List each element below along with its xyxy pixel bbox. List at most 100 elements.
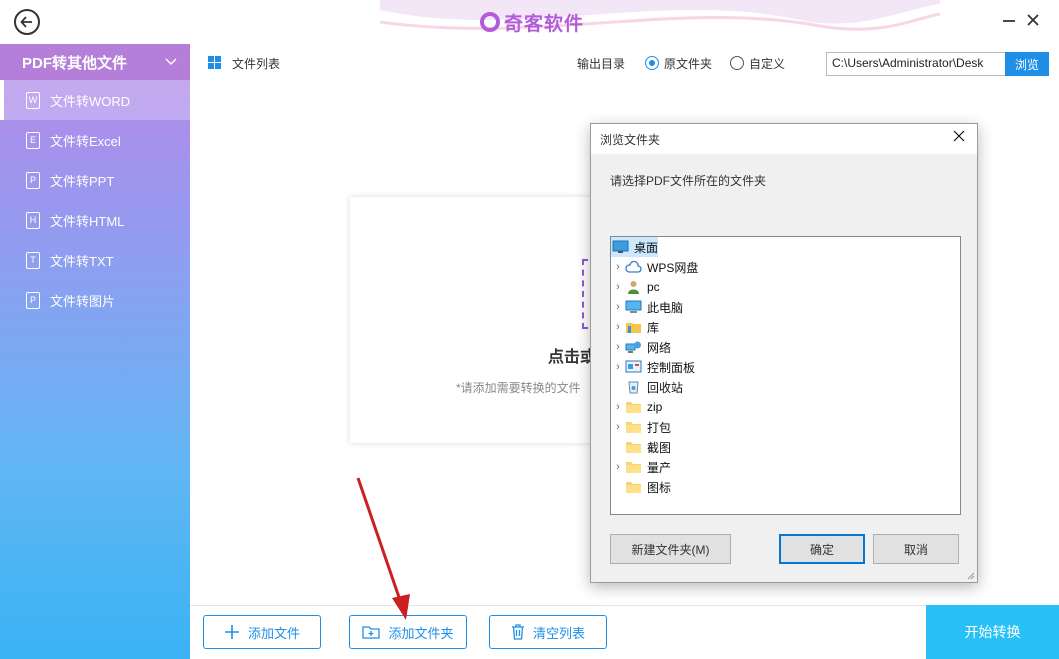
tree-item-pack[interactable]: › 打包: [611, 417, 671, 437]
image-file-icon: P: [26, 291, 40, 309]
excel-file-icon: E: [26, 131, 40, 149]
tree-item-zip[interactable]: › zip: [611, 397, 662, 417]
chevron-right-icon[interactable]: ›: [611, 401, 625, 413]
add-file-label: 添加文件: [247, 625, 300, 641]
chevron-right-icon[interactable]: ›: [611, 461, 625, 473]
network-icon: [625, 340, 642, 354]
tree-item-label: WPS网盘: [647, 260, 699, 275]
tree-item-desktop[interactable]: 桌面: [611, 237, 658, 257]
tree-item-control-panel[interactable]: › 控制面板: [611, 357, 695, 377]
tree-item-label: 库: [647, 320, 660, 335]
library-icon: [625, 320, 642, 334]
tree-item-recycle-bin[interactable]: 回收站: [611, 377, 683, 397]
chevron-right-icon[interactable]: ›: [611, 361, 625, 373]
close-icon: [953, 130, 965, 142]
close-window-button[interactable]: [1022, 10, 1044, 32]
html-file-icon: H: [26, 211, 40, 229]
recycle-bin-icon: [625, 380, 642, 394]
tree-item-this-pc[interactable]: › 此电脑: [611, 297, 683, 317]
header-wave-decoration: [380, 0, 940, 31]
output-path-input[interactable]: C:\Users\Administrator\Desk: [826, 52, 1006, 76]
tree-item-icons[interactable]: 图标: [611, 477, 671, 497]
chevron-right-icon[interactable]: ›: [611, 261, 625, 273]
resize-grip-icon[interactable]: [965, 570, 975, 580]
minimize-button[interactable]: [998, 10, 1020, 32]
minimize-icon: [1003, 20, 1015, 22]
sidebar-item-label: 文件转图片: [50, 293, 116, 309]
ok-button[interactable]: 确定: [779, 534, 865, 564]
dialog-prompt: 请选择PDF文件所在的文件夹: [610, 174, 767, 188]
chevron-right-icon[interactable]: ›: [611, 301, 625, 313]
desktop-icon: [612, 240, 629, 254]
clear-list-button[interactable]: 清空列表: [489, 615, 607, 649]
txt-file-icon: T: [26, 251, 40, 269]
tree-item-pc-user[interactable]: › pc: [611, 277, 660, 297]
cloud-icon: [625, 260, 642, 274]
radio-custom-label[interactable]: 自定义: [749, 55, 785, 72]
sidebar-item-word[interactable]: W 文件转WORD: [0, 80, 190, 120]
tree-item-label: 截图: [647, 440, 672, 455]
chevron-right-icon[interactable]: ›: [611, 341, 625, 353]
tree-item-screenshots[interactable]: 截图: [611, 437, 671, 457]
dialog-title: 浏览文件夹: [600, 132, 661, 147]
user-icon: [625, 280, 642, 294]
add-file-button[interactable]: 添加文件: [203, 615, 321, 649]
chevron-right-icon[interactable]: ›: [611, 421, 625, 433]
sidebar-header-label: PDF转其他文件: [22, 54, 128, 72]
sidebar-item-ppt[interactable]: P 文件转PPT: [0, 160, 190, 200]
word-file-icon: W: [26, 91, 40, 109]
dialog-close-button[interactable]: [950, 129, 968, 147]
chevron-right-icon[interactable]: ›: [611, 281, 625, 293]
tree-item-label: zip: [647, 400, 663, 414]
tree-item-label: 回收站: [647, 380, 684, 395]
folder-icon: [625, 400, 642, 414]
folder-tree[interactable]: 桌面 › WPS网盘 › pc › 此电脑 › 库 › 网络 › 控制面板 回收…: [610, 236, 961, 515]
output-dir-label: 输出目录: [577, 57, 626, 71]
annotation-arrow: [356, 477, 410, 620]
tree-item-label: 控制面板: [647, 360, 696, 375]
file-list-toolbar: 文件列表 输出目录 原文件夹 自定义 C:\Users\Administrato…: [190, 44, 1059, 84]
app-title: 奇客软件: [504, 13, 585, 35]
radio-custom[interactable]: [730, 56, 744, 70]
close-icon: [1027, 14, 1039, 26]
control-panel-icon: [625, 360, 642, 374]
sidebar-category-header[interactable]: PDF转其他文件: [0, 44, 190, 80]
tree-item-label: 打包: [647, 420, 672, 435]
folder-icon: [625, 460, 642, 474]
drop-title: 点击或: [548, 349, 597, 366]
chevron-right-icon[interactable]: ›: [611, 321, 625, 333]
logo-icon: [480, 12, 500, 32]
sidebar-item-label: 文件转Excel: [50, 133, 121, 149]
folder-icon: [625, 480, 642, 494]
drop-hint: *请添加需要转换的文件: [456, 381, 581, 395]
trash-icon: [511, 624, 524, 640]
sidebar-item-html[interactable]: H 文件转HTML: [0, 200, 190, 240]
tree-item-network[interactable]: › 网络: [611, 337, 671, 357]
tree-item-label: 量产: [647, 460, 672, 475]
start-convert-button[interactable]: 开始转换: [926, 605, 1059, 659]
browse-folder-dialog: 浏览文件夹 请选择PDF文件所在的文件夹 桌面 › WPS网盘 › pc › 此…: [590, 123, 978, 583]
cancel-button[interactable]: 取消: [873, 534, 959, 564]
sidebar-item-image[interactable]: P 文件转图片: [0, 280, 190, 320]
tree-item-library[interactable]: › 库: [611, 317, 659, 337]
tree-item-label: 桌面: [634, 240, 659, 255]
browse-button[interactable]: 浏览: [1005, 52, 1049, 76]
new-folder-button[interactable]: 新建文件夹(M): [610, 534, 731, 564]
tree-item-label: 图标: [647, 480, 672, 495]
radio-original-folder-label[interactable]: 原文件夹: [664, 55, 712, 72]
arrow-left-icon: [20, 16, 32, 28]
sidebar-item-label: 文件转PPT: [50, 173, 115, 189]
radio-original-folder[interactable]: [645, 56, 659, 70]
tree-item-mass-production[interactable]: › 量产: [611, 457, 671, 477]
sidebar-item-label: 文件转WORD: [50, 93, 131, 109]
sidebar-item-excel[interactable]: E 文件转Excel: [0, 120, 190, 160]
sidebar-item-label: 文件转TXT: [50, 253, 114, 269]
sidebar-item-txt[interactable]: T 文件转TXT: [0, 240, 190, 280]
back-button[interactable]: [14, 9, 40, 35]
sidebar: PDF转其他文件 W 文件转WORD E 文件转Excel P 文件转PPT H…: [0, 44, 190, 659]
grid-icon: [208, 56, 221, 69]
sidebar-item-label: 文件转HTML: [50, 213, 125, 229]
tree-item-label: pc: [647, 280, 660, 294]
computer-icon: [625, 300, 642, 314]
tree-item-wps-cloud[interactable]: › WPS网盘: [611, 257, 698, 277]
